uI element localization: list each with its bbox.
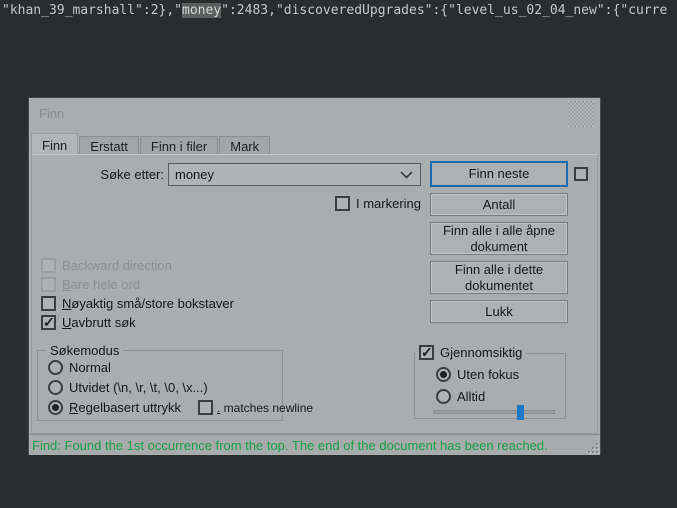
slider-thumb[interactable]: [516, 405, 524, 420]
uavbrutt-label: Uavbrutt søk: [62, 315, 136, 330]
transparency-slider[interactable]: [433, 405, 555, 420]
count-button[interactable]: Antall: [430, 193, 568, 216]
wrap-around-row: Uavbrutt søk: [41, 314, 136, 331]
normal-mode-row: Normal: [48, 360, 111, 375]
matches-newline-label: . matches newline: [217, 400, 314, 415]
checkbox-bare-hele-ord[interactable]: [41, 277, 56, 292]
find-dialog: Finn Finn Erstatt Finn i filer Mark Søke…: [28, 97, 601, 455]
dialog-title: Finn: [39, 106, 65, 121]
regelbasert-label: Regelbasert uttrykk: [69, 400, 181, 415]
on-losing-focus-row: Uten fokus: [436, 367, 519, 382]
status-bar: Find: Found the 1st occurrence from the …: [29, 434, 600, 455]
bare-hele-ord-label: Bare hele ord: [62, 277, 141, 292]
radio-normal[interactable]: [48, 360, 63, 375]
editor-match-highlight: money: [182, 3, 222, 18]
backward-direction-row: Backward direction: [41, 258, 172, 273]
alltid-label: Alltid: [457, 389, 486, 404]
tab-finn-i-filer[interactable]: Finn i filer: [139, 136, 219, 154]
radio-utvidet[interactable]: [48, 380, 63, 395]
extended-mode-row: Utvidet (\n, \r, \t, \0, \x...): [48, 380, 208, 395]
find-all-open-docs-button[interactable]: Finn alle i alle åpne dokument: [430, 222, 568, 255]
in-selection-row: I markering: [335, 196, 421, 211]
search-input-value[interactable]: money: [169, 167, 400, 182]
always-row: Alltid: [436, 389, 485, 404]
checkbox-uavbrutt-sok[interactable]: [41, 314, 56, 331]
search-combobox[interactable]: money: [168, 163, 421, 186]
radio-alltid[interactable]: [436, 389, 451, 404]
backward-direction-label: Backward direction: [62, 258, 172, 273]
editor-text-pre: "khan_39_marshall":2},": [2, 3, 183, 18]
chevron-down-icon[interactable]: [400, 170, 413, 179]
find-next-button[interactable]: Finn neste: [430, 161, 568, 187]
match-case-row: Nøyaktig små/store bokstaver: [41, 296, 234, 311]
search-label: Søke etter:: [100, 167, 164, 182]
whole-word-row: Bare hele ord: [41, 277, 140, 292]
radio-uten-fokus[interactable]: [436, 367, 451, 382]
transparency-row: Gjennomsiktig: [416, 344, 526, 361]
regex-mode-row: Regelbasert uttrykk: [48, 400, 181, 415]
i-markering-label: I markering: [356, 196, 422, 211]
editor-text-post: ":2483,"discoveredUpgrades":{"level_us_0…: [221, 3, 668, 18]
checkbox-noyaktig-bokstaver[interactable]: [41, 296, 56, 311]
checkbox-backward-direction[interactable]: [41, 258, 56, 273]
uten-fokus-label: Uten fokus: [457, 367, 520, 382]
editor-text-line: "khan_39_marshall":2},"money":2483,"disc…: [2, 3, 667, 18]
close-button[interactable]: [568, 101, 594, 127]
find-all-current-doc-button[interactable]: Finn alle i dette dokumentet: [430, 261, 568, 294]
tab-erstatt[interactable]: Erstatt: [79, 136, 139, 154]
status-message: Find: Found the 1st occurrence from the …: [32, 437, 548, 453]
utvidet-label: Utvidet (\n, \r, \t, \0, \x...): [69, 380, 208, 395]
lone-checkbox[interactable]: [574, 167, 588, 181]
close-dialog-button[interactable]: Lukk: [430, 300, 568, 323]
resize-grip[interactable]: [588, 443, 598, 453]
checkbox-gjennomsiktig[interactable]: [419, 344, 434, 361]
search-mode-group: Søkemodus Normal Utvidet (\n, \r, \t, \0…: [37, 343, 313, 421]
matches-newline-row: . matches newline: [198, 400, 313, 415]
tab-finn[interactable]: Finn: [31, 133, 79, 154]
noyaktig-label: Nøyaktig små/store bokstaver: [62, 296, 234, 311]
tab-mark[interactable]: Mark: [219, 136, 271, 154]
normal-label: Normal: [69, 360, 111, 375]
checkbox-i-markering[interactable]: [335, 196, 350, 211]
checkbox-matches-newline[interactable]: [198, 400, 213, 415]
search-mode-group-title: Søkemodus: [46, 343, 124, 358]
gjennomsiktig-label: Gjennomsiktig: [440, 345, 523, 360]
tab-strip: Finn Erstatt Finn i filer Mark: [31, 133, 271, 154]
radio-regelbasert[interactable]: [48, 400, 63, 415]
